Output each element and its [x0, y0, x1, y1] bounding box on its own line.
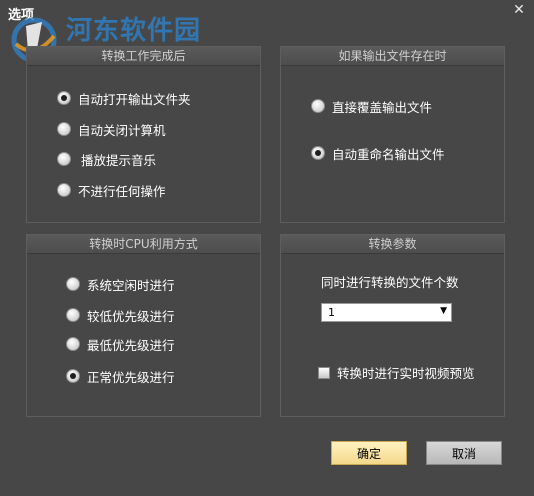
radio-auto-rename-output[interactable]: 自动重命名输出文件: [311, 144, 445, 162]
realtime-preview-label: 转换时进行实时视频预览: [337, 366, 475, 381]
window-title: 选项: [8, 8, 35, 23]
option-label: 系统空闲时进行: [87, 277, 175, 293]
close-icon[interactable]: ✕: [512, 3, 526, 17]
radio-low-priority[interactable]: 较低优先级进行: [66, 306, 175, 324]
group-cpu-usage: 转换时CPU利用方式: [26, 234, 261, 417]
concurrent-files-label: 同时进行转换的文件个数: [321, 275, 459, 290]
group-file-exists: 如果输出文件存在时: [280, 46, 505, 223]
dropdown-arrow-icon: ▼: [440, 306, 447, 316]
radio-normal-priority[interactable]: 正常优先级进行: [66, 367, 175, 385]
radio-icon: [311, 99, 325, 113]
radio-do-nothing[interactable]: 不进行任何操作: [57, 181, 166, 199]
radio-idle-priority[interactable]: 系统空闲时进行: [66, 275, 175, 293]
group-after-conversion-title: 转换工作完成后: [27, 47, 260, 66]
group-file-exists-title: 如果输出文件存在时: [281, 47, 504, 66]
option-label: 正常优先级进行: [87, 369, 175, 385]
option-label: 直接覆盖输出文件: [332, 99, 433, 115]
radio-play-sound[interactable]: 播放提示音乐: [57, 150, 156, 168]
radio-icon: [57, 183, 71, 197]
radio-icon: [66, 277, 80, 291]
radio-overwrite-output[interactable]: 直接覆盖输出文件: [311, 97, 432, 115]
title-bar: 选项 ✕: [0, 0, 534, 23]
radio-icon: [66, 337, 80, 351]
option-label: 最低优先级进行: [87, 337, 175, 353]
option-label: 较低优先级进行: [87, 308, 175, 324]
radio-icon: [57, 122, 71, 136]
concurrent-files-select[interactable]: 1 ▼: [321, 303, 452, 322]
ok-button[interactable]: 确定: [331, 441, 407, 465]
option-label: 播放提示音乐: [81, 152, 157, 168]
group-conversion-params: 转换参数: [280, 234, 505, 417]
option-label: 自动关闭计算机: [78, 122, 166, 138]
radio-icon: [57, 152, 71, 166]
radio-open-output-folder[interactable]: 自动打开输出文件夹: [57, 89, 191, 107]
radio-icon: [66, 308, 80, 322]
realtime-preview-checkbox[interactable]: 转换时进行实时视频预览: [318, 363, 475, 382]
radio-lowest-priority[interactable]: 最低优先级进行: [66, 335, 175, 353]
group-cpu-usage-title: 转换时CPU利用方式: [27, 235, 260, 254]
option-label: 自动打开输出文件夹: [78, 91, 191, 107]
checkbox-icon: [318, 366, 330, 379]
radio-selected-icon: [66, 369, 80, 383]
group-conversion-params-title: 转换参数: [281, 235, 504, 254]
option-label: 自动重命名输出文件: [332, 146, 445, 162]
option-label: 不进行任何操作: [78, 183, 166, 199]
radio-selected-icon: [311, 146, 325, 160]
concurrent-files-value: 1: [328, 306, 335, 319]
radio-shutdown-computer[interactable]: 自动关闭计算机: [57, 120, 166, 138]
cancel-button[interactable]: 取消: [426, 441, 502, 465]
radio-selected-icon: [57, 91, 71, 105]
